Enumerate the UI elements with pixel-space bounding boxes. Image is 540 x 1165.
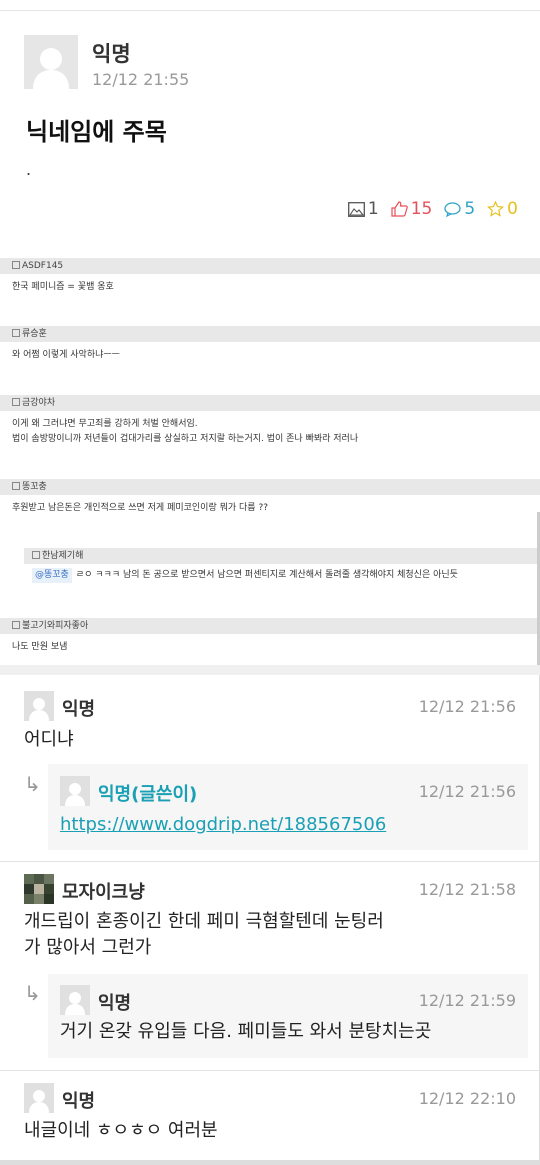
comment-text: 개드립이 혼종이긴 한데 페미 극혐할텐데 눈팅러 (24, 911, 384, 932)
bottom-bar (0, 1160, 540, 1165)
default-avatar-icon (24, 691, 54, 721)
shot-comment-text: 이게 왜 그러냐면 무고죄를 강하게 처벌 안해서임. (12, 419, 198, 429)
comment-divider (0, 1070, 540, 1071)
shot-comment: 불고기와피자좋아 나도 만원 보냄 (0, 618, 540, 655)
image-count: 1 (347, 199, 379, 219)
shot-comment: ASDF145 한국 페미니즘 = 꽃뱀 옹호 (0, 258, 540, 295)
shot-comment-author: 금강야차 (22, 398, 56, 408)
post-date: 12/12 21:55 (92, 70, 190, 89)
comment-date: 12/12 21:59 (418, 991, 516, 1010)
shot-nested-reply: 한남제기해 @똥꼬충 ㄹㅇ ㅋㅋㅋ 남의 돈 공으로 받으면서 남으면 퍼센티지로… (24, 548, 540, 583)
shot-comment-text: 와 어쩜 이렇게 사악하냐ㅡㅡ (12, 350, 120, 360)
reply-mark-icon (12, 482, 20, 490)
reply-arrow-icon: ↳ (24, 772, 41, 796)
reply-mark-icon (32, 551, 40, 559)
comment-text: 거기 온갖 유입들 다음. 페미들도 와서 분탕치는곳 (60, 1021, 432, 1042)
reply-box (48, 974, 528, 1058)
comment-link[interactable]: https://www.dogdrip.net/188567506 (60, 814, 386, 835)
comment-count-value: 5 (464, 199, 476, 219)
image-count-value: 1 (367, 199, 379, 219)
reply-box (48, 764, 528, 850)
comment-author[interactable]: 익명 (62, 1087, 95, 1113)
star-button[interactable]: 0 (487, 199, 518, 219)
mention-tag: @똥꼬충 (32, 568, 72, 583)
default-avatar-icon (60, 776, 90, 806)
reply-mark-icon (12, 398, 20, 406)
comment-avatar[interactable] (24, 691, 54, 721)
shot-comment-author: ASDF145 (22, 261, 64, 271)
comment-author[interactable]: 익명 (62, 695, 95, 721)
shot-comment-text: 나도 만원 보냄 (12, 642, 68, 652)
shot-comment: 똥꼬충 후원받고 남은돈은 개인적으로 쓰면 저게 페미코인이랑 뭐가 다름 ?… (0, 479, 540, 516)
post-author-avatar[interactable] (24, 35, 78, 89)
post-author-name[interactable]: 익명 (92, 38, 131, 68)
comment-avatar[interactable] (60, 776, 90, 806)
user-avatar-icon (24, 874, 54, 904)
comment-count[interactable]: 5 (444, 199, 475, 219)
shot-comment-author: 류승훈 (22, 329, 47, 339)
default-avatar-icon (24, 35, 78, 89)
like-button[interactable]: 15 (391, 199, 433, 219)
comment-date: 12/12 21:58 (418, 880, 516, 899)
post-image: ASDF145 한국 페미니즘 = 꽃뱀 옹호 류승훈 와 어쩜 이렇게 사악하… (0, 250, 540, 670)
comment-text: 가 많아서 그런가 (24, 937, 152, 958)
comment-text: 내글이네 ㅎㅇㅎㅇ 여러분 (24, 1120, 218, 1141)
post-title: 닉네임에 주목 (26, 118, 167, 146)
comment-author-op[interactable]: 익명(글쓴이) (98, 780, 197, 806)
image-icon (347, 201, 365, 217)
star-icon (487, 201, 505, 217)
shot-comment-author: 불고기와피자좋아 (22, 621, 89, 631)
post-stats: 1 15 5 0 (336, 199, 518, 219)
shot-comment-author: 한남제기해 (42, 551, 84, 561)
comment-author[interactable]: 모자이크냥 (62, 878, 145, 904)
shot-comment-text: 한국 페미니즘 = 꽃뱀 옹호 (12, 282, 114, 292)
comment-divider (0, 861, 540, 862)
default-avatar-icon (60, 985, 90, 1015)
shot-comment-author: 똥꼬충 (22, 482, 47, 492)
comment-date: 12/12 21:56 (418, 697, 516, 716)
default-avatar-icon (24, 1083, 54, 1113)
shot-comment-text: 법이 솜방망이니까 저년들이 겁대가리를 상실하고 저지랄 하는거지. 법이 존… (12, 434, 359, 444)
shot-comment-text: ㄹㅇ ㅋㅋㅋ 남의 돈 공으로 받으면서 남으면 퍼센티지로 계산해서 돌려줄 … (75, 570, 458, 580)
comment-date: 12/12 21:56 (418, 782, 516, 801)
comment-author[interactable]: 익명 (98, 989, 131, 1015)
reply-mark-icon (12, 329, 20, 337)
shot-comment-text: 후원받고 남은돈은 개인적으로 쓰면 저게 페미코인이랑 뭐가 다름 ?? (12, 503, 269, 513)
reply-mark-icon (12, 261, 20, 269)
section-separator (0, 665, 540, 675)
like-count: 15 (410, 199, 433, 219)
comment-avatar[interactable] (24, 1083, 54, 1113)
shot-comment: 금강야차 이게 왜 그러냐면 무고죄를 강하게 처벌 안해서임. 법이 솜방망이… (0, 395, 540, 447)
comment-avatar[interactable] (60, 985, 90, 1015)
speech-bubble-icon (444, 201, 461, 217)
reply-mark-icon (12, 621, 20, 629)
comment-avatar[interactable] (24, 874, 54, 904)
comment-date: 12/12 22:10 (418, 1089, 516, 1108)
top-divider (0, 10, 540, 11)
thumbs-up-icon (391, 201, 408, 217)
comment-text: 어디냐 (24, 729, 74, 750)
reply-arrow-icon: ↳ (24, 981, 41, 1005)
shot-comment: 류승훈 와 어쩜 이렇게 사악하냐ㅡㅡ (0, 326, 540, 363)
post-body: . (26, 160, 32, 179)
star-count: 0 (507, 199, 518, 219)
